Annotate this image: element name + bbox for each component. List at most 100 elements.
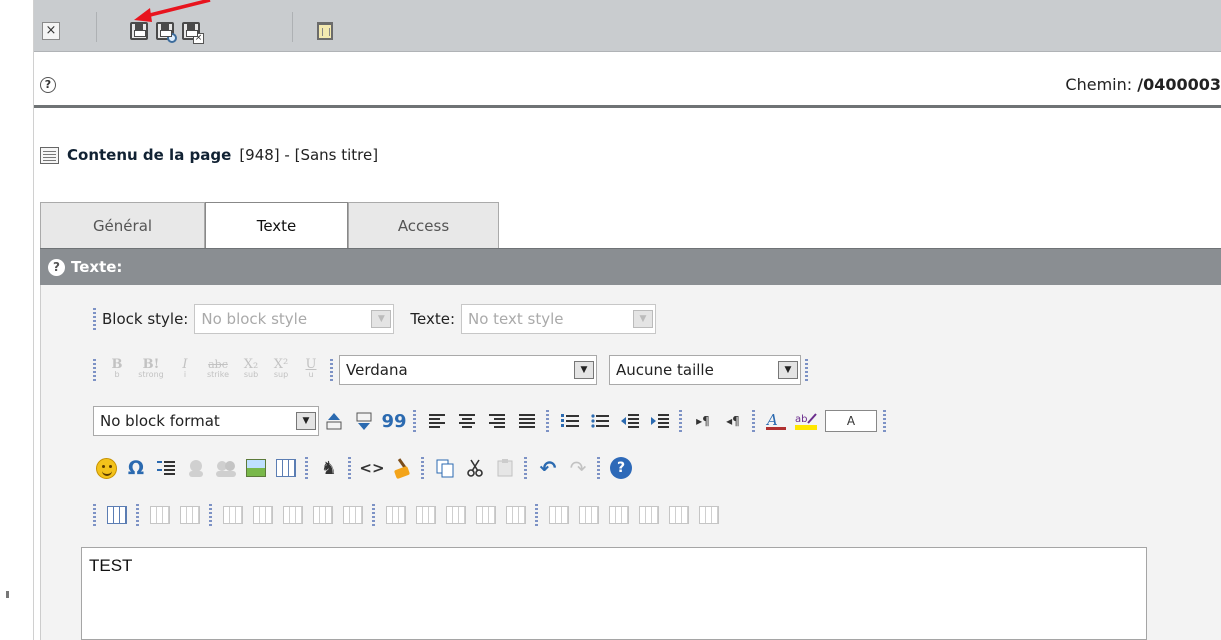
tab-general[interactable]: Général	[40, 202, 205, 248]
align-left-button[interactable]	[424, 408, 450, 434]
toolbar-grip-icon[interactable]	[524, 457, 527, 479]
section-help-icon[interactable]: ?	[48, 258, 65, 276]
save-button[interactable]	[128, 20, 150, 42]
cell-properties-button[interactable]	[546, 502, 572, 528]
toolbar-grip-icon[interactable]	[209, 504, 212, 526]
editor-content-text[interactable]: TEST	[89, 556, 132, 576]
cell-merge-button[interactable]	[666, 502, 692, 528]
column-split-button[interactable]	[503, 502, 529, 528]
highlight-button[interactable]: ab	[793, 408, 819, 434]
help-icon[interactable]: ?	[40, 77, 56, 93]
superscript-icon: X²	[273, 357, 289, 372]
row-split-button[interactable]	[340, 502, 366, 528]
toolbar-grip-icon[interactable]	[413, 410, 416, 432]
italic-button[interactable]: Ii	[172, 357, 198, 383]
editor-content-area[interactable]: TEST	[81, 547, 1147, 640]
table-toolbar-row	[89, 500, 724, 530]
insert-before-button[interactable]	[321, 408, 347, 434]
align-center-button[interactable]	[454, 408, 480, 434]
page: × × ? Chemin: /0400003 Contenu de la pag…	[0, 0, 1221, 640]
html-source-button[interactable]: <>	[359, 455, 385, 481]
tab-texte[interactable]: Texte	[205, 202, 348, 248]
blockquote-icon: 99	[381, 410, 407, 432]
block-style-select[interactable]: No block style ▼	[194, 304, 395, 334]
unordered-list-button[interactable]	[587, 408, 613, 434]
copy-button[interactable]	[432, 455, 458, 481]
table-button[interactable]	[104, 502, 130, 528]
toolbar-grip-icon[interactable]	[752, 410, 755, 432]
insert-image-button[interactable]	[243, 455, 269, 481]
column-properties-button[interactable]	[383, 502, 409, 528]
justify-button[interactable]	[514, 408, 540, 434]
underline-button[interactable]: Uu	[298, 357, 324, 383]
cell-split-button[interactable]	[696, 502, 722, 528]
redo-button[interactable]: ↷	[565, 455, 591, 481]
bold-button[interactable]: Bb	[104, 357, 130, 383]
cell-delete-button[interactable]	[636, 502, 662, 528]
special-char-button[interactable]: Ω	[123, 455, 149, 481]
toolbar-grip-icon[interactable]	[546, 410, 549, 432]
find-replace-button[interactable]: ♞	[316, 455, 342, 481]
indent-button[interactable]	[647, 408, 673, 434]
ordered-list-button[interactable]	[557, 408, 583, 434]
font-family-select[interactable]: Verdana ▼	[339, 355, 597, 385]
outdent-button[interactable]	[617, 408, 643, 434]
frame-resize-handle[interactable]	[6, 591, 9, 598]
definition-list-button[interactable]	[153, 455, 179, 481]
toolbar-grip-icon[interactable]	[348, 457, 351, 479]
toolbar-grip-icon[interactable]	[330, 359, 333, 381]
close-button[interactable]: ×	[40, 20, 62, 42]
block-format-select[interactable]: No block format ▼	[93, 406, 319, 436]
toolbar-grip-icon[interactable]	[535, 504, 538, 526]
user-button[interactable]	[183, 455, 209, 481]
toolbar-grip-icon[interactable]	[421, 457, 424, 479]
table-properties-button[interactable]	[147, 502, 173, 528]
toolbar-grip-icon[interactable]	[305, 457, 308, 479]
strong-button[interactable]: B! strong	[134, 357, 168, 383]
rtl-button[interactable]: ◂¶	[720, 408, 746, 434]
row-properties-button[interactable]	[220, 502, 246, 528]
column-insert-before-button[interactable]	[413, 502, 439, 528]
row-insert-above-button[interactable]	[250, 502, 276, 528]
subscript-button[interactable]: X₂ sub	[238, 357, 264, 383]
toolbar-grip-icon[interactable]	[372, 504, 375, 526]
toolbar-grip-icon[interactable]	[597, 457, 600, 479]
text-color-button[interactable]: A	[763, 408, 789, 434]
toolbar-grip-icon[interactable]	[93, 308, 96, 330]
toolbar-grip-icon[interactable]	[679, 410, 682, 432]
undo-button[interactable]: ↶	[535, 455, 561, 481]
cut-button[interactable]	[462, 455, 488, 481]
paste-button[interactable]	[492, 455, 518, 481]
emoticon-button[interactable]	[93, 455, 119, 481]
toolbar-grip-icon[interactable]	[805, 359, 808, 381]
tab-access[interactable]: Access	[348, 202, 499, 248]
clean-word-button[interactable]	[389, 455, 415, 481]
table-restyle-button[interactable]	[177, 502, 203, 528]
toolbar-grip-icon[interactable]	[883, 410, 886, 432]
column-insert-after-button[interactable]	[443, 502, 469, 528]
cell-insert-before-button[interactable]	[576, 502, 602, 528]
row-insert-below-button[interactable]	[280, 502, 306, 528]
align-right-button[interactable]	[484, 408, 510, 434]
ltr-button[interactable]: ▸¶	[690, 408, 716, 434]
users-button[interactable]	[213, 455, 239, 481]
color-preview-box[interactable]: A	[825, 410, 877, 432]
underline-icon: U	[305, 357, 317, 372]
editor-help-button[interactable]: ?	[608, 455, 634, 481]
save-and-view-button[interactable]	[154, 20, 177, 43]
font-size-select[interactable]: Aucune taille ▼	[609, 355, 801, 385]
toolbar-grip-icon[interactable]	[136, 504, 139, 526]
delete-button[interactable]	[314, 20, 336, 42]
text-style-select[interactable]: No text style ▼	[461, 304, 656, 334]
save-and-close-button[interactable]: ×	[180, 20, 204, 44]
toolbar-grip-icon[interactable]	[93, 504, 96, 526]
superscript-button[interactable]: X² sup	[268, 357, 294, 383]
insert-table-button[interactable]	[273, 455, 299, 481]
insert-after-button[interactable]	[351, 408, 377, 434]
strike-button[interactable]: abc strike	[202, 357, 234, 383]
toolbar-grip-icon[interactable]	[93, 359, 96, 381]
row-delete-button[interactable]	[310, 502, 336, 528]
column-delete-button[interactable]	[473, 502, 499, 528]
cell-insert-after-button[interactable]	[606, 502, 632, 528]
blockquote-button[interactable]: 99	[381, 408, 407, 434]
